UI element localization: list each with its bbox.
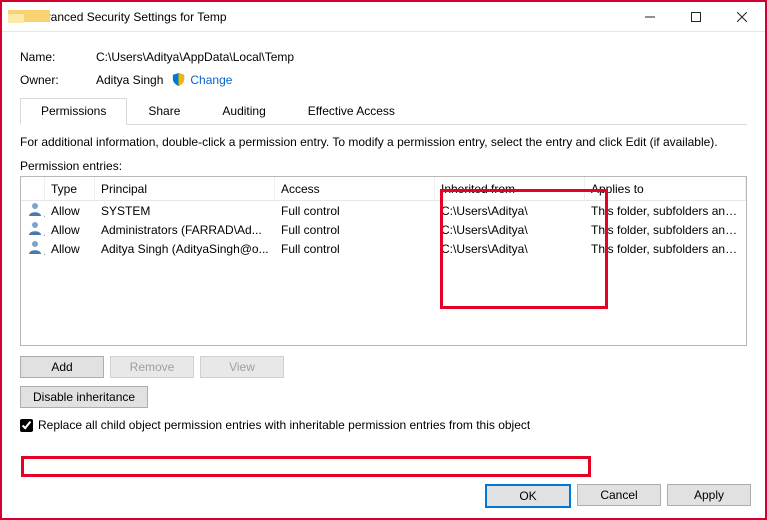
add-button[interactable]: Add — [20, 356, 104, 378]
shield-icon — [171, 72, 186, 87]
folder-icon — [8, 10, 24, 23]
titlebar: Advanced Security Settings for Temp — [2, 2, 765, 32]
tab-auditing[interactable]: Auditing — [201, 98, 286, 125]
col-principal[interactable]: Principal — [95, 177, 275, 200]
owner-row: Owner: Aditya Singh Change — [20, 72, 747, 87]
change-owner-link[interactable]: Change — [190, 73, 232, 87]
cell-access: Full control — [275, 204, 435, 218]
info-text: For additional information, double-click… — [20, 135, 747, 149]
cell-principal: Administrators (FARRAD\Ad... — [95, 223, 275, 237]
apply-button[interactable]: Apply — [667, 484, 751, 506]
table-row[interactable]: AllowSYSTEMFull controlC:\Users\Aditya\T… — [21, 201, 746, 220]
cell-principal: SYSTEM — [95, 204, 275, 218]
name-label: Name: — [20, 50, 96, 64]
tab-bar: Permissions Share Auditing Effective Acc… — [20, 97, 747, 125]
highlight-checkbox — [21, 456, 591, 477]
person-icon — [21, 239, 45, 258]
tab-effective-access[interactable]: Effective Access — [287, 98, 416, 125]
table-row[interactable]: AllowAditya Singh (AdityaSingh@o...Full … — [21, 239, 746, 258]
col-access[interactable]: Access — [275, 177, 435, 200]
replace-children-label: Replace all child object permission entr… — [38, 418, 530, 432]
cell-applies: This folder, subfolders and files — [585, 204, 746, 218]
permission-grid[interactable]: Type Principal Access Inherited from App… — [20, 176, 747, 346]
cell-applies: This folder, subfolders and files — [585, 242, 746, 256]
cell-inherited: C:\Users\Aditya\ — [435, 204, 585, 218]
remove-button: Remove — [110, 356, 194, 378]
maximize-button[interactable] — [673, 2, 719, 31]
cell-type: Allow — [45, 242, 95, 256]
replace-children-row[interactable]: Replace all child object permission entr… — [20, 418, 747, 432]
table-row[interactable]: AllowAdministrators (FARRAD\Ad...Full co… — [21, 220, 746, 239]
window-title: Advanced Security Settings for Temp — [30, 10, 627, 24]
cell-access: Full control — [275, 242, 435, 256]
owner-label: Owner: — [20, 73, 96, 87]
entries-label: Permission entries: — [20, 159, 747, 173]
view-button: View — [200, 356, 284, 378]
name-row: Name: C:\Users\Aditya\AppData\Local\Temp — [20, 50, 747, 64]
cell-inherited: C:\Users\Aditya\ — [435, 242, 585, 256]
grid-header: Type Principal Access Inherited from App… — [21, 177, 746, 201]
col-inherited[interactable]: Inherited from — [435, 177, 585, 200]
replace-children-checkbox[interactable] — [20, 419, 33, 432]
close-button[interactable] — [719, 2, 765, 31]
cell-access: Full control — [275, 223, 435, 237]
disable-inheritance-button[interactable]: Disable inheritance — [20, 386, 148, 408]
cell-type: Allow — [45, 223, 95, 237]
cancel-button[interactable]: Cancel — [577, 484, 661, 506]
col-type[interactable]: Type — [45, 177, 95, 200]
minimize-button[interactable] — [627, 2, 673, 31]
name-value: C:\Users\Aditya\AppData\Local\Temp — [96, 50, 294, 64]
tab-share[interactable]: Share — [127, 98, 201, 125]
person-icon — [21, 220, 45, 239]
col-applies[interactable]: Applies to — [585, 177, 746, 200]
ok-button[interactable]: OK — [485, 484, 571, 508]
tab-permissions[interactable]: Permissions — [20, 98, 127, 125]
cell-type: Allow — [45, 204, 95, 218]
person-icon — [21, 201, 45, 220]
cell-applies: This folder, subfolders and files — [585, 223, 746, 237]
cell-inherited: C:\Users\Aditya\ — [435, 223, 585, 237]
owner-value: Aditya Singh — [96, 73, 163, 87]
cell-principal: Aditya Singh (AdityaSingh@o... — [95, 242, 275, 256]
